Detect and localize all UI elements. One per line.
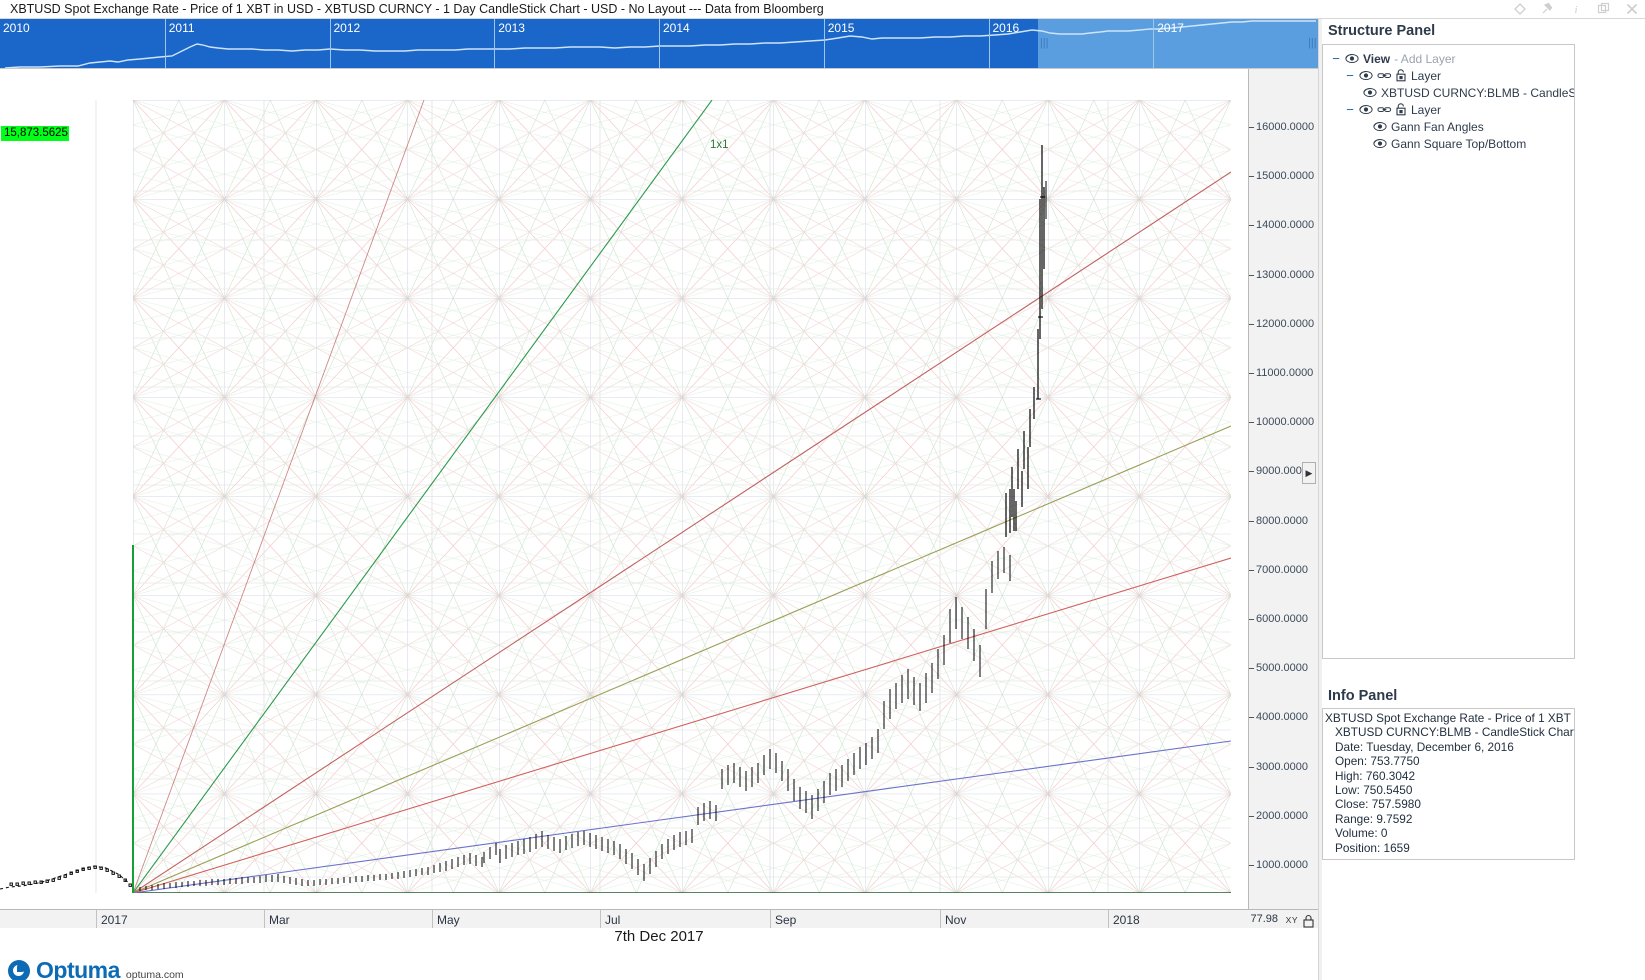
optuma-logo-mark [8, 959, 30, 980]
tree-node-layer[interactable]: − Layer [1327, 101, 1570, 118]
navigator-year-2013: 2013 [494, 19, 659, 68]
info-row-9: Position: 1659 [1335, 840, 1410, 855]
chart-window: ||| ||| 2010 2011 2012 2013 2014 2015 2016 2017 [0, 19, 1318, 980]
info-icon[interactable]: i [1568, 1, 1583, 16]
tree-node-label: Gann Square Top/Bottom [1391, 136, 1527, 151]
window-controls: i [1512, 1, 1639, 16]
tree-node-label: View [1363, 51, 1391, 66]
info-row-1: XBTUSD CURNCY:BLMB - CandleStick Chart [1335, 725, 1575, 740]
info-panel: Info Panel XBTUSD Spot Exchange Rate - P… [1322, 686, 1575, 866]
info-row-0: XBTUSD Spot Exchange Rate - Price of 1 X… [1325, 711, 1575, 725]
gann-anchor-line [132, 545, 134, 893]
eye-icon[interactable] [1359, 104, 1373, 115]
tree-node-xbtusd-curncy-blmb-candlestick[interactable]: XBTUSD CURNCY:BLMB - CandleStick [1327, 84, 1574, 101]
svg-text:i: i [1574, 4, 1577, 15]
tree-node-label: Gann Fan Angles [1391, 119, 1484, 134]
footer-date-label: 7th Dec 2017 [614, 928, 704, 945]
xy-mode-badge[interactable]: XY [1286, 915, 1298, 925]
info-row-5: Low: 750.5450 [1335, 783, 1413, 798]
link-icon[interactable] [1377, 104, 1392, 115]
navigator-year-2016: 2016 [988, 19, 1154, 68]
info-panel-title: Info Panel [1328, 688, 1398, 704]
info-row-3: Open: 753.7750 [1335, 754, 1420, 769]
right-background [1575, 19, 1645, 980]
optuma-logo-text: Optuma [36, 957, 120, 980]
navigator-year-2015: 2015 [823, 19, 989, 68]
window-title-bar: XBTUSD Spot Exchange Rate - Price of 1 X… [0, 0, 1645, 19]
navigator-year-2010: 2010 [3, 21, 30, 35]
lock-icon[interactable] [1395, 69, 1407, 82]
navigator-year-2014: 2014 [659, 19, 824, 68]
link-icon[interactable] [1377, 70, 1392, 81]
chart-plot-area[interactable]: 1x1 [0, 69, 1248, 909]
structure-tree[interactable]: − View - Add Layer − Layer XBTUSD CURNCY:BLM… [1322, 44, 1575, 659]
eye-icon[interactable] [1363, 87, 1377, 98]
close-icon[interactable] [1624, 1, 1639, 16]
info-row-6: Close: 757.5980 [1335, 797, 1421, 812]
info-row-4: High: 760.3042 [1335, 768, 1416, 783]
collapse-toggle-icon[interactable]: − [1345, 69, 1355, 82]
current-price-marker: 15,873.5625 [1, 126, 69, 142]
collapse-toggle-icon[interactable]: − [1331, 52, 1341, 65]
optuma-logo: Optuma optuma.com [8, 957, 184, 980]
tree-node-label: Layer [1411, 102, 1442, 117]
info-panel-content: XBTUSD Spot Exchange Rate - Price of 1 X… [1322, 708, 1575, 860]
tree-node-gann-fan-angles[interactable]: Gann Fan Angles [1327, 118, 1570, 135]
tree-node-label: Layer [1411, 68, 1442, 83]
structure-panel-title: Structure Panel [1328, 23, 1436, 39]
window-title: XBTUSD Spot Exchange Rate - Price of 1 X… [10, 2, 824, 16]
pin-icon[interactable] [1540, 1, 1555, 16]
structure-panel: Structure Panel − View - Add Layer − Layer X… [1322, 19, 1575, 679]
eye-icon[interactable] [1373, 138, 1387, 149]
collapse-toggle-icon[interactable]: − [1345, 103, 1355, 116]
optuma-domain-text: optuma.com [125, 968, 184, 980]
tree-node-gann-square-top-bottom[interactable]: Gann Square Top/Bottom [1327, 135, 1570, 152]
add-layer-link[interactable]: - Add Layer [1394, 52, 1455, 66]
navigator-year-2011: 2011 [164, 19, 330, 68]
diamond-icon[interactable] [1512, 1, 1527, 16]
navigator-year-2017: 2017 [1153, 19, 1318, 68]
date-axis-value: 77.98 [1250, 913, 1278, 925]
price-axis[interactable]: 16000.0000 15000.0000 14000.0000 13000.0000… [1248, 69, 1318, 909]
optuma-chart-application: XBTUSD Spot Exchange Rate - Price of 1 X… [0, 0, 1645, 980]
restore-icon[interactable] [1596, 1, 1611, 16]
scroll-right-button[interactable]: ▶ [1302, 462, 1316, 484]
lock-icon[interactable] [1395, 103, 1407, 116]
info-row-8: Volume: 0 [1335, 826, 1388, 841]
navigator-year-2012: 2012 [329, 19, 495, 68]
tree-node-layer[interactable]: − Layer [1327, 67, 1570, 84]
eye-icon[interactable] [1345, 53, 1359, 64]
tree-node-view[interactable]: − View - Add Layer [1327, 50, 1570, 67]
axis-lock-icon[interactable] [1302, 914, 1315, 928]
info-row-7: Range: 9.7592 [1335, 811, 1413, 826]
eye-icon[interactable] [1359, 70, 1373, 81]
chart-footer: 7th Dec 2017 Optuma optuma.com [0, 928, 1318, 980]
tree-node-label: XBTUSD CURNCY:BLMB - CandleStick [1381, 85, 1575, 100]
chart-navigator[interactable]: ||| ||| 2010 2011 2012 2013 2014 2015 2016 2017 [0, 19, 1318, 69]
eye-icon[interactable] [1373, 121, 1387, 132]
info-row-2: Date: Tuesday, December 6, 2016 [1335, 739, 1514, 754]
